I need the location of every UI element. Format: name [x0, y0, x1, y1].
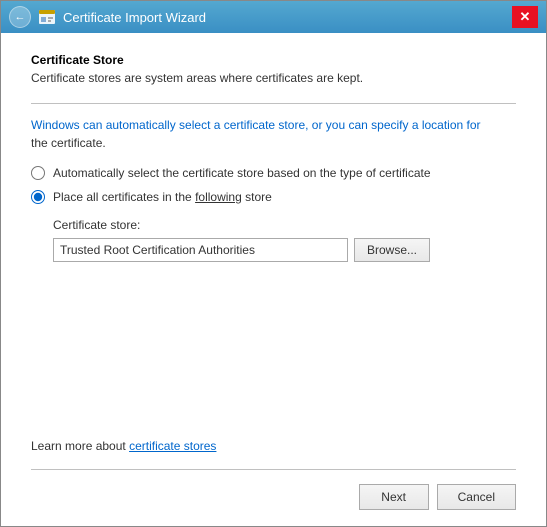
- spacer: [31, 262, 516, 439]
- info-text: Windows can automatically select a certi…: [31, 116, 516, 152]
- learn-more-text: Learn more about certificate stores: [31, 439, 516, 453]
- next-button[interactable]: Next: [359, 484, 429, 510]
- close-button[interactable]: ✕: [512, 6, 538, 28]
- radio-place-item[interactable]: Place all certificates in the following …: [31, 190, 516, 204]
- title-bar-left: ← Certificate Import Wizard: [9, 6, 512, 28]
- cancel-button[interactable]: Cancel: [437, 484, 516, 510]
- section-description: Certificate stores are system areas wher…: [31, 71, 516, 85]
- cert-store-label: Certificate store:: [53, 218, 516, 232]
- info-text-line1: Windows can automatically select a certi…: [31, 118, 481, 132]
- learn-more-link[interactable]: certificate stores: [129, 439, 216, 453]
- radio-auto-item[interactable]: Automatically select the certificate sto…: [31, 166, 516, 180]
- radio-place-text3: store: [242, 190, 272, 204]
- radio-auto-input[interactable]: [31, 166, 45, 180]
- radio-place-label: Place all certificates in the following …: [53, 190, 272, 204]
- radio-place-text2: following: [195, 190, 242, 204]
- content-area: Certificate Store Certificate stores are…: [1, 33, 546, 526]
- back-button[interactable]: ←: [9, 6, 31, 28]
- cert-store-row: Browse...: [53, 238, 516, 262]
- wizard-icon: [37, 7, 57, 27]
- info-text-line2: the certificate.: [31, 136, 106, 150]
- radio-auto-label: Automatically select the certificate sto…: [53, 166, 431, 180]
- cert-store-input[interactable]: [53, 238, 348, 262]
- radio-place-text1: Place all certificates in the: [53, 190, 195, 204]
- divider-top: [31, 103, 516, 104]
- title-bar-title: Certificate Import Wizard: [63, 10, 206, 25]
- cert-store-section: Certificate store: Browse...: [53, 218, 516, 262]
- section-header: Certificate Store Certificate stores are…: [31, 53, 516, 85]
- footer-buttons: Next Cancel: [31, 484, 516, 510]
- title-bar: ← Certificate Import Wizard ✕: [1, 1, 546, 33]
- radio-place-input[interactable]: [31, 190, 45, 204]
- learn-more-prefix: Learn more about: [31, 439, 129, 453]
- radio-group: Automatically select the certificate sto…: [31, 166, 516, 204]
- browse-button[interactable]: Browse...: [354, 238, 430, 262]
- section-title: Certificate Store: [31, 53, 516, 67]
- wizard-window: ← Certificate Import Wizard ✕ Certificat…: [0, 0, 547, 527]
- footer-divider: [31, 469, 516, 470]
